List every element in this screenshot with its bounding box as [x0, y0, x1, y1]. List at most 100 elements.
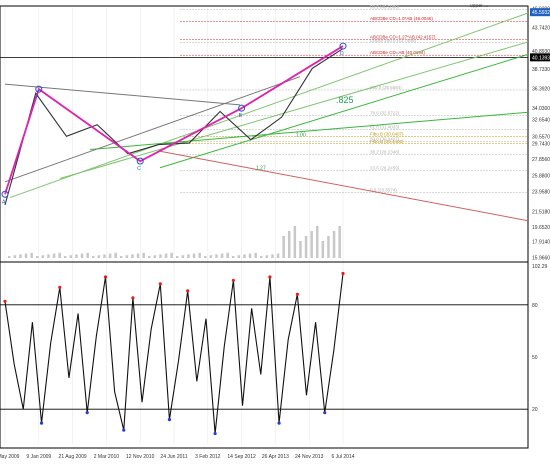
- price-tick-label: 19.6520: [532, 225, 550, 231]
- price-tick-label: 36.3920: [532, 86, 550, 92]
- date-tick-label: 9 Jan 2009: [26, 454, 51, 460]
- oscillator-signal-dot: [277, 421, 281, 425]
- volume-bar: [293, 226, 297, 258]
- volume-bar: [36, 256, 39, 258]
- oscillator-signal-dot: [186, 289, 190, 293]
- oscillator-signal-dot: [3, 299, 7, 303]
- price-tick-label: 29.7430: [532, 141, 550, 147]
- volume-bar: [103, 254, 106, 258]
- volume-bar: [198, 252, 201, 258]
- volume-bar: [13, 255, 17, 258]
- oscillator-signal-dot: [213, 431, 217, 436]
- volume-bar: [271, 254, 274, 258]
- volume-bar: [131, 254, 134, 258]
- price-marker-label: 40.1393: [532, 55, 550, 61]
- volume-bar: [232, 256, 235, 258]
- chart-background: [0, 0, 550, 463]
- oscillator-signal-dot: [122, 428, 126, 432]
- price-marker-label: 45.5932: [532, 10, 550, 16]
- date-tick-label: 24 Jun 2011: [160, 454, 187, 460]
- price-tick-label: 34.0300: [532, 106, 550, 112]
- level-label: ABCDBe CD=1.0*AB (46.0046): [370, 16, 433, 21]
- volume-bar: [316, 226, 319, 258]
- pattern-annotation: 1.27: [256, 165, 266, 171]
- date-tick-label: 14 Sep 2012: [227, 454, 256, 460]
- date-tick-label: 10 May 2009: [0, 454, 20, 460]
- oscillator-tick-label: 20: [532, 407, 538, 413]
- volume-bar: [327, 236, 330, 258]
- date-tick-label: 12 Nov 2010: [126, 454, 155, 460]
- volume-bar: [120, 256, 123, 258]
- price-tick-label: 15.9660: [532, 255, 550, 261]
- volume-bar: [92, 256, 95, 258]
- volume-bar: [64, 256, 67, 258]
- price-tick-label: 21.5180: [532, 209, 550, 215]
- volume-bar: [58, 252, 61, 258]
- volume-bar: [47, 254, 50, 258]
- date-tick-label: 24 Nov 2013: [295, 454, 324, 460]
- volume-bar: [282, 236, 285, 258]
- volume-bar: [142, 252, 145, 258]
- oscillator-signal-dot: [58, 285, 62, 289]
- volume-bar: [204, 256, 207, 258]
- chart-root: upper ... 38.2 (46.5808) ABCDBe CD=1.0*AB…: [0, 0, 550, 463]
- level-label: 38.2 (28.2348): [370, 150, 400, 155]
- level-label: Lindsy 200.0 (41.7505): [370, 38, 417, 43]
- volume-bar: [19, 254, 22, 258]
- date-tick-label: 6 Jul 2014: [331, 454, 354, 460]
- volume-bar: [248, 253, 252, 258]
- chart-canvas: upper ... 38.2 (46.5808)ABCDBe CD=1.0*AB…: [0, 0, 550, 463]
- volume-bar: [69, 255, 73, 258]
- volume-bar: [209, 255, 213, 258]
- level-label: 50.0 (30.0407): [370, 136, 400, 141]
- oscillator-signal-dot: [295, 292, 299, 296]
- volume-bar: [108, 253, 112, 258]
- volume-bar: [8, 256, 11, 258]
- volume-bar: [321, 241, 325, 258]
- oscillator-signal-dot: [268, 275, 272, 279]
- level-label: 23.6 (26.2459): [370, 165, 400, 170]
- date-tick-label: 26 Apr 2013: [262, 454, 289, 460]
- volume-bar: [338, 226, 341, 258]
- oscillator-signal-dot: [85, 411, 89, 415]
- volume-bar: [254, 252, 257, 258]
- oscillator-tick-label: 102.29: [532, 264, 548, 270]
- volume-bar: [220, 253, 224, 258]
- level-label: 100.0 (36.5584): [370, 85, 402, 90]
- volume-bar: [52, 253, 56, 258]
- volume-bar: [276, 253, 280, 258]
- volume-bar: [187, 254, 190, 258]
- volume-bar: [164, 253, 168, 258]
- volume-bar: [299, 241, 302, 258]
- date-tick-label: 21 Aug 2009: [59, 454, 87, 460]
- volume-bar: [148, 256, 151, 258]
- level-label: 38.2 (46.5808): [370, 5, 400, 10]
- price-tick-label: 17.9140: [532, 239, 550, 245]
- volume-bar: [265, 255, 269, 258]
- price-tick-label: 30.5570: [532, 135, 550, 141]
- volume-bar: [97, 255, 101, 258]
- volume-bar: [159, 254, 162, 258]
- pattern-point-label: C: [137, 166, 141, 172]
- price-tick-label: 32.6540: [532, 117, 550, 123]
- volume-bar: [125, 255, 129, 258]
- volume-bar: [30, 252, 33, 258]
- volume-bar: [304, 236, 308, 258]
- pattern-point-label: D: [340, 51, 344, 57]
- price-tick-label: 27.8560: [532, 157, 550, 163]
- date-tick-label: 3 Feb 2012: [195, 454, 221, 460]
- volume-bar: [288, 231, 291, 258]
- volume-bar: [114, 252, 117, 258]
- level-label: 78.6 (32.6722): [370, 111, 400, 116]
- oscillator-tick-label: 50: [532, 355, 538, 361]
- price-tick-label: 38.7330: [532, 67, 550, 73]
- volume-bar: [86, 252, 89, 258]
- volume-bar: [260, 256, 263, 258]
- volume-bar: [80, 253, 84, 258]
- volume-bar: [176, 256, 179, 258]
- volume-bar: [181, 255, 185, 258]
- volume-bar: [243, 254, 246, 258]
- pattern-annotation: 1.00: [296, 132, 306, 138]
- price-tick-label: 23.9580: [532, 189, 550, 195]
- volume-bar: [41, 255, 45, 258]
